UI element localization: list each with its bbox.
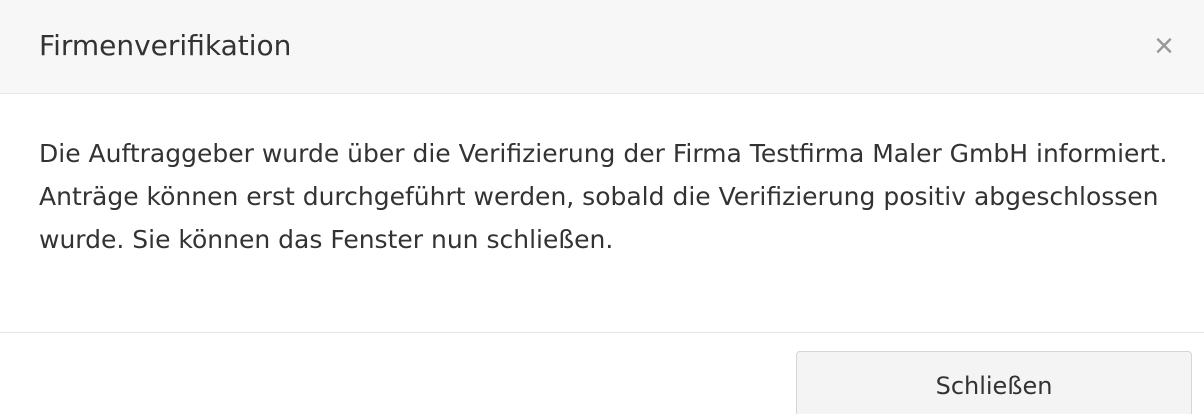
- close-icon[interactable]: ×: [1148, 29, 1180, 63]
- close-button[interactable]: Schließen: [796, 351, 1192, 414]
- dialog-title: Firmenverifikation: [39, 29, 292, 62]
- verification-dialog: Firmenverifikation × Die Auftraggeber wu…: [0, 0, 1204, 414]
- dialog-body: Die Auftraggeber wurde über die Verifizi…: [0, 94, 1204, 332]
- dialog-footer: Schließen: [0, 332, 1204, 414]
- dialog-message: Die Auftraggeber wurde über die Verifizi…: [39, 139, 1168, 254]
- dialog-header: Firmenverifikation ×: [0, 0, 1204, 94]
